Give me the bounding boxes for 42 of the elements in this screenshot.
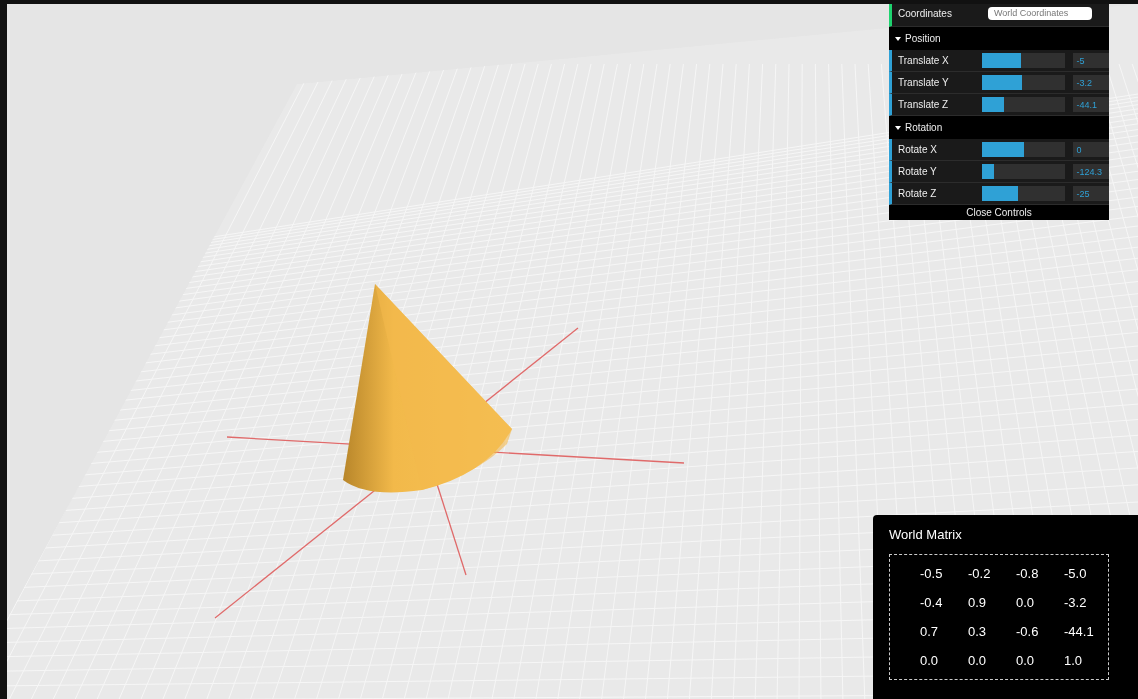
matrix-cell-text: 0.0	[1016, 652, 1036, 670]
slider-label: Translate X	[898, 55, 950, 66]
folder-title: Position	[905, 33, 941, 44]
matrix-cell-text: -3.2	[1064, 594, 1088, 612]
matrix-cell-text: 0.9	[968, 594, 988, 612]
slider-label: Rotate X	[898, 144, 938, 155]
matrix-cell-text: 0.0	[1016, 594, 1036, 612]
panel-title: World Matrix	[889, 527, 962, 542]
matrix-cell-text: -0.6	[1016, 623, 1040, 641]
slider-track[interactable]	[981, 186, 1066, 201]
matrix-cell-text: -0.5	[920, 565, 944, 583]
value-field[interactable]: 0	[1073, 142, 1109, 157]
matrix-cell-text: -5.0	[1064, 565, 1088, 583]
value-field[interactable]: -25	[1073, 186, 1109, 201]
value-field[interactable]: -124.3	[1073, 164, 1109, 179]
slider-track[interactable]	[981, 75, 1066, 90]
slider-label: Translate Z	[898, 99, 950, 110]
matrix-cell-text: 1.0	[1064, 652, 1084, 670]
matrix-cell-text: -0.2	[968, 565, 992, 583]
folder-header[interactable]: Position	[889, 27, 1109, 50]
matrix-cell-text: -0.4	[920, 594, 944, 612]
folder-header[interactable]: Rotation	[889, 116, 1109, 139]
matrix-cell-text: 0.3	[968, 623, 988, 641]
slider-track[interactable]	[981, 164, 1066, 179]
slider-label: Translate Y	[898, 77, 950, 88]
value-field[interactable]: -5	[1073, 53, 1109, 68]
matrix-cell-text: 0.7	[920, 623, 940, 641]
slider-track[interactable]	[981, 53, 1066, 68]
matrix-cell-text: -0.8	[1016, 565, 1040, 583]
folder-title: Rotation	[905, 122, 943, 133]
close-controls-button[interactable]: Close Controls	[889, 205, 1109, 220]
slider-track[interactable]	[981, 142, 1066, 157]
slider-label: Rotate Y	[898, 166, 938, 177]
matrix-cell-text: -44.1	[1064, 623, 1095, 641]
matrix-cell-text: 0.0	[920, 652, 940, 670]
coordinates-label: Coordinates	[898, 7, 953, 19]
value-field[interactable]: -44.1	[1073, 97, 1109, 112]
matrix-cell-text: 0.0	[968, 652, 988, 670]
value-field[interactable]: -3.2	[1073, 75, 1109, 90]
slider-label: Rotate Z	[898, 188, 938, 199]
slider-track[interactable]	[981, 97, 1066, 112]
coordinates-dropdown[interactable]: World Coordinates	[988, 6, 1092, 20]
